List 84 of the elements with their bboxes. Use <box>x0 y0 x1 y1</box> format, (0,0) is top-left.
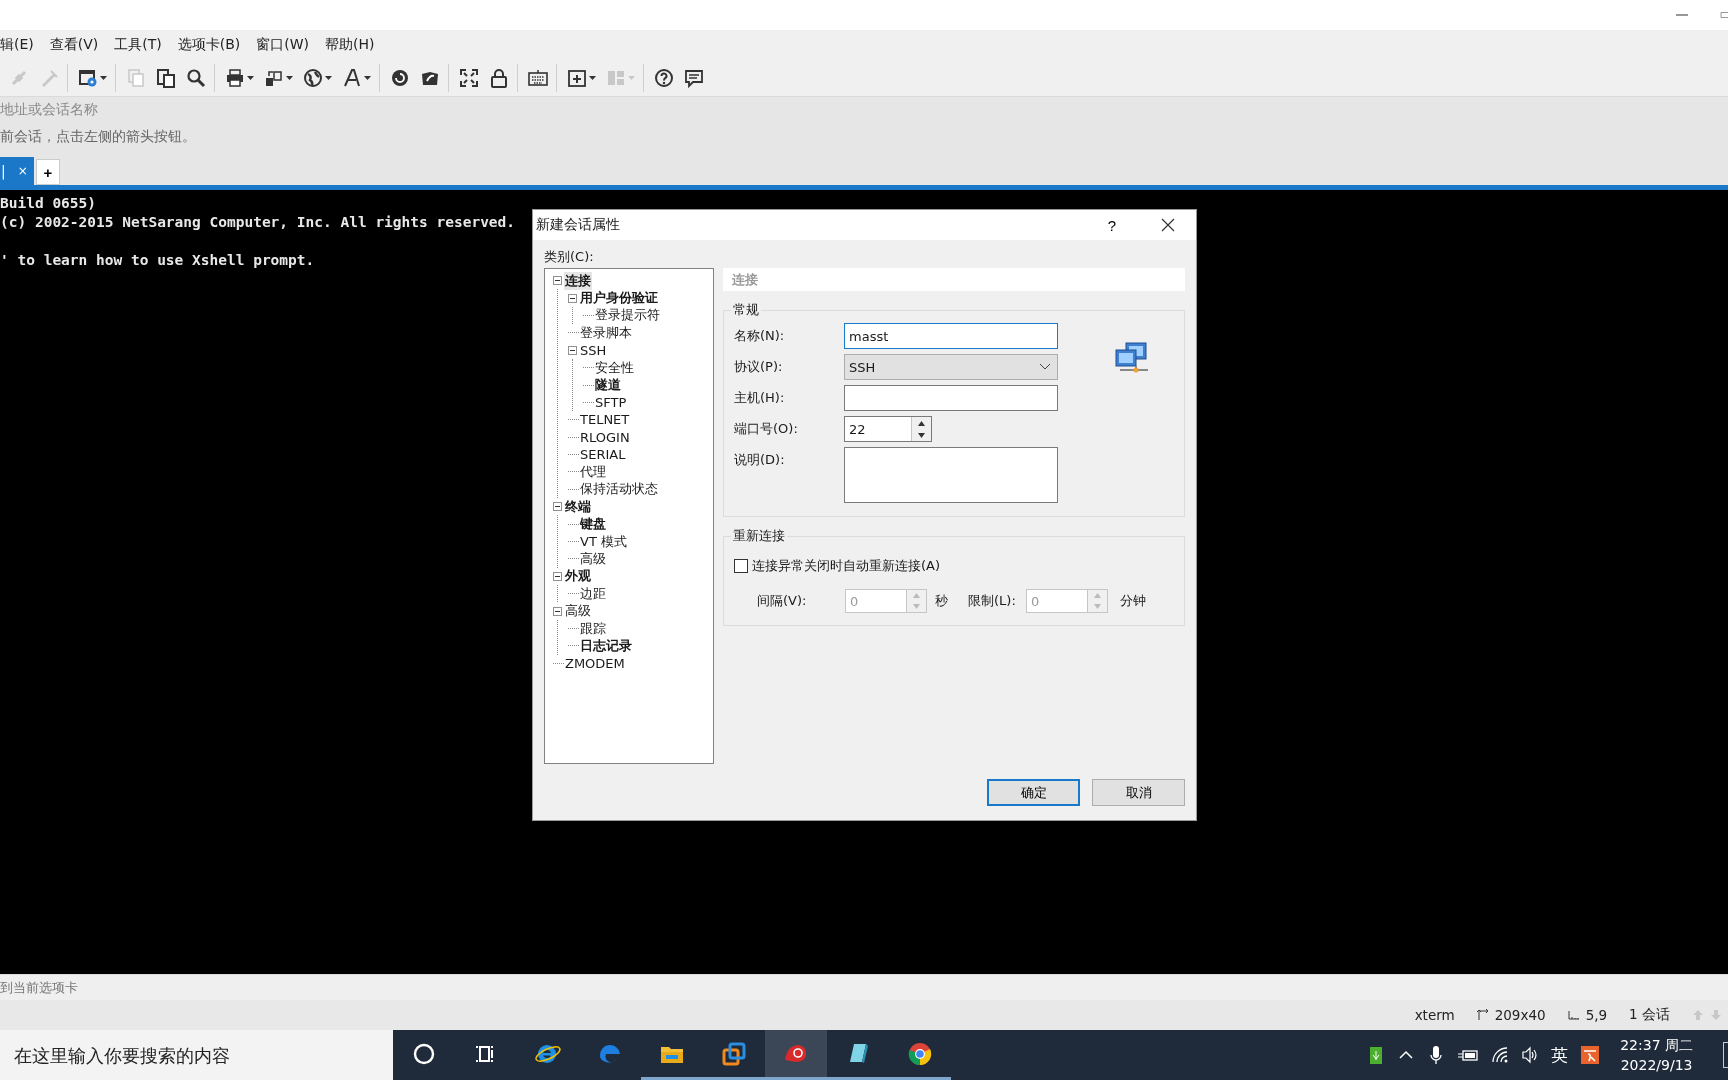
tree-item[interactable]: 键盘 <box>579 515 607 534</box>
unit-label: 分钟 <box>1120 592 1146 610</box>
tree-item[interactable]: ZMODEM <box>564 655 626 671</box>
tree-item[interactable]: 跟踪 <box>579 619 607 638</box>
dropdown[interactable]: SSH <box>844 354 1058 380</box>
new-tab-button[interactable]: + <box>35 159 60 185</box>
collapse-toggle-icon[interactable] <box>553 571 562 581</box>
app-tray-icon[interactable] <box>1580 1045 1601 1065</box>
tree-item[interactable]: 登录提示符 <box>594 306 661 325</box>
tree-item[interactable]: 隧道 <box>594 376 622 395</box>
address-field[interactable]: 地址或会话名称 <box>0 101 400 117</box>
help-button[interactable]: ? <box>1103 216 1120 234</box>
session-tab[interactable]: | × <box>0 157 34 185</box>
menu-item[interactable]: 窗口(W) <box>256 34 310 56</box>
tree-item[interactable]: 连接 <box>564 271 592 290</box>
menu-item[interactable]: 选项卡(B) <box>177 34 241 56</box>
search-field[interactable]: 在这里输入你要搜索的内容 <box>0 1030 393 1080</box>
close-icon[interactable] <box>1160 217 1176 233</box>
menu-item[interactable]: 帮助(H) <box>325 34 375 56</box>
tree-item[interactable]: 高级 <box>579 549 607 568</box>
menu-item[interactable]: 辑(E) <box>0 34 34 56</box>
menu-item[interactable]: 查看(V) <box>49 34 99 56</box>
text-area[interactable] <box>844 447 1058 503</box>
field-label: 限制(L): <box>968 592 1017 610</box>
menu-item[interactable]: 工具(T) <box>114 34 162 56</box>
tree-item[interactable]: 终端 <box>564 497 592 516</box>
input-method-indicator[interactable]: 英 <box>1551 1043 1569 1067</box>
tree-item[interactable]: SFTP <box>594 394 628 410</box>
terminal-line: ' to learn how to use Xshell prompt. <box>0 252 315 268</box>
dialog-title: 新建会话属性 <box>536 216 620 232</box>
tree-item[interactable]: 日志记录 <box>579 636 633 655</box>
field-label: 协议(P): <box>734 358 784 376</box>
number-spinner[interactable]: 22 <box>844 416 932 442</box>
text-field[interactable] <box>844 385 1058 411</box>
tree-item[interactable]: 登录脚本 <box>579 323 633 342</box>
tree-item[interactable]: VT 模式 <box>579 532 628 551</box>
notice-text: 前会话，点击左侧的箭头按钮。 <box>0 128 196 146</box>
tree-item[interactable]: RLOGIN <box>579 429 631 445</box>
clock-time[interactable]: 22:37 周二 <box>1620 1035 1693 1055</box>
unit-label: 秒 <box>935 592 948 610</box>
field-label: 端口号(O): <box>734 420 799 438</box>
cancel-button[interactable]: 取消 <box>1092 779 1185 806</box>
tree-item[interactable]: SERIAL <box>579 447 627 463</box>
wifi-icon[interactable] <box>1491 1045 1510 1065</box>
collapse-toggle-icon[interactable] <box>568 293 577 303</box>
resize-icon <box>1476 1009 1489 1021</box>
cursor-position-icon <box>1567 1009 1580 1021</box>
collapse-toggle-icon[interactable] <box>568 345 577 355</box>
group-title: 重新连接 <box>732 527 786 545</box>
tree-item[interactable]: TELNET <box>579 412 631 428</box>
tree-item[interactable]: 高级 <box>564 602 592 621</box>
tree-item[interactable]: 代理 <box>579 463 607 481</box>
collapse-toggle-icon[interactable] <box>553 276 562 286</box>
checkbox[interactable] <box>734 559 748 573</box>
tree-item[interactable]: 安全性 <box>594 358 635 377</box>
tree-item[interactable]: SSH <box>579 342 608 358</box>
volume-icon[interactable] <box>1521 1045 1540 1065</box>
collapse-toggle-icon[interactable] <box>553 502 562 512</box>
checkbox-label[interactable]: 连接异常关闭时自动重新连接(A) <box>752 557 941 575</box>
text-field[interactable]: masst <box>844 323 1058 349</box>
group-title: 常规 <box>732 301 760 319</box>
field-label: 名称(N): <box>734 327 786 345</box>
clock-date[interactable]: 2022/9/13 <box>1620 1055 1693 1075</box>
field-label: 间隔(V): <box>757 592 808 610</box>
collapse-toggle-icon[interactable] <box>553 606 562 616</box>
terminal-type: xterm <box>1414 1007 1455 1023</box>
terminal-line: Build 0655) <box>0 195 97 211</box>
category-label: 类别(C): <box>544 249 594 264</box>
tree-item[interactable]: 保持活动状态 <box>579 480 659 499</box>
section-header: 连接 <box>723 268 1185 291</box>
tree-item[interactable]: 外观 <box>564 567 592 586</box>
field-label: 说明(D): <box>734 451 786 469</box>
tree-item[interactable]: 边距 <box>579 584 607 603</box>
tree-item[interactable]: 用户身份验证 <box>579 289 659 308</box>
show-desktop-button[interactable] <box>1723 1042 1728 1068</box>
session-count: 1 会话 <box>1629 1006 1670 1024</box>
terminal-line: (c) 2002-2015 NetSarang Computer, Inc. All rights reserved. <box>0 214 516 230</box>
cursor-position: 5,9 <box>1585 1007 1608 1023</box>
network-computers-icon <box>1114 341 1150 375</box>
chevron-down-icon[interactable] <box>1039 363 1051 371</box>
input-bar-text: 到当前选项卡 <box>0 978 78 997</box>
terminal-size: 209x40 <box>1494 1007 1546 1023</box>
ok-button[interactable]: 确定 <box>987 779 1080 806</box>
field-label: 主机(H): <box>734 389 786 407</box>
